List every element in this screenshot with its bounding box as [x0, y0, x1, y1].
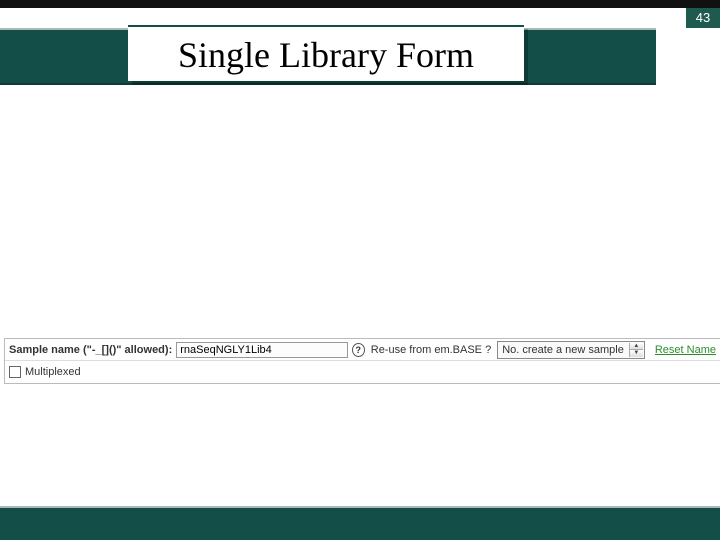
header-bar: Single Library Form [0, 28, 656, 85]
multiplexed-row: Multiplexed [5, 361, 720, 383]
top-border [0, 0, 720, 8]
page-number-badge: 43 [686, 8, 720, 28]
reset-name-link[interactable]: Reset Name [655, 344, 716, 356]
reuse-select[interactable]: No. create a new sample ▲ ▼ [497, 341, 645, 359]
footer-bar [0, 506, 720, 540]
chevron-up-icon[interactable]: ▲ [630, 343, 643, 351]
reuse-label: Re-use from em.BASE ? [371, 344, 491, 356]
reuse-select-value: No. create a new sample [502, 344, 624, 356]
stepper-icon[interactable]: ▲ ▼ [629, 343, 643, 357]
multiplexed-checkbox[interactable] [9, 366, 21, 378]
chevron-down-icon[interactable]: ▼ [630, 350, 643, 357]
sample-form: Sample name ("-_[]()" allowed): ? Re-use… [4, 338, 720, 384]
sample-name-label: Sample name ("-_[]()" allowed): [9, 344, 172, 356]
page-title: Single Library Form [128, 25, 524, 81]
sample-name-row: Sample name ("-_[]()" allowed): ? Re-use… [5, 339, 720, 361]
help-icon[interactable]: ? [352, 343, 365, 357]
multiplexed-label: Multiplexed [25, 366, 81, 378]
sample-name-input[interactable] [176, 342, 347, 358]
